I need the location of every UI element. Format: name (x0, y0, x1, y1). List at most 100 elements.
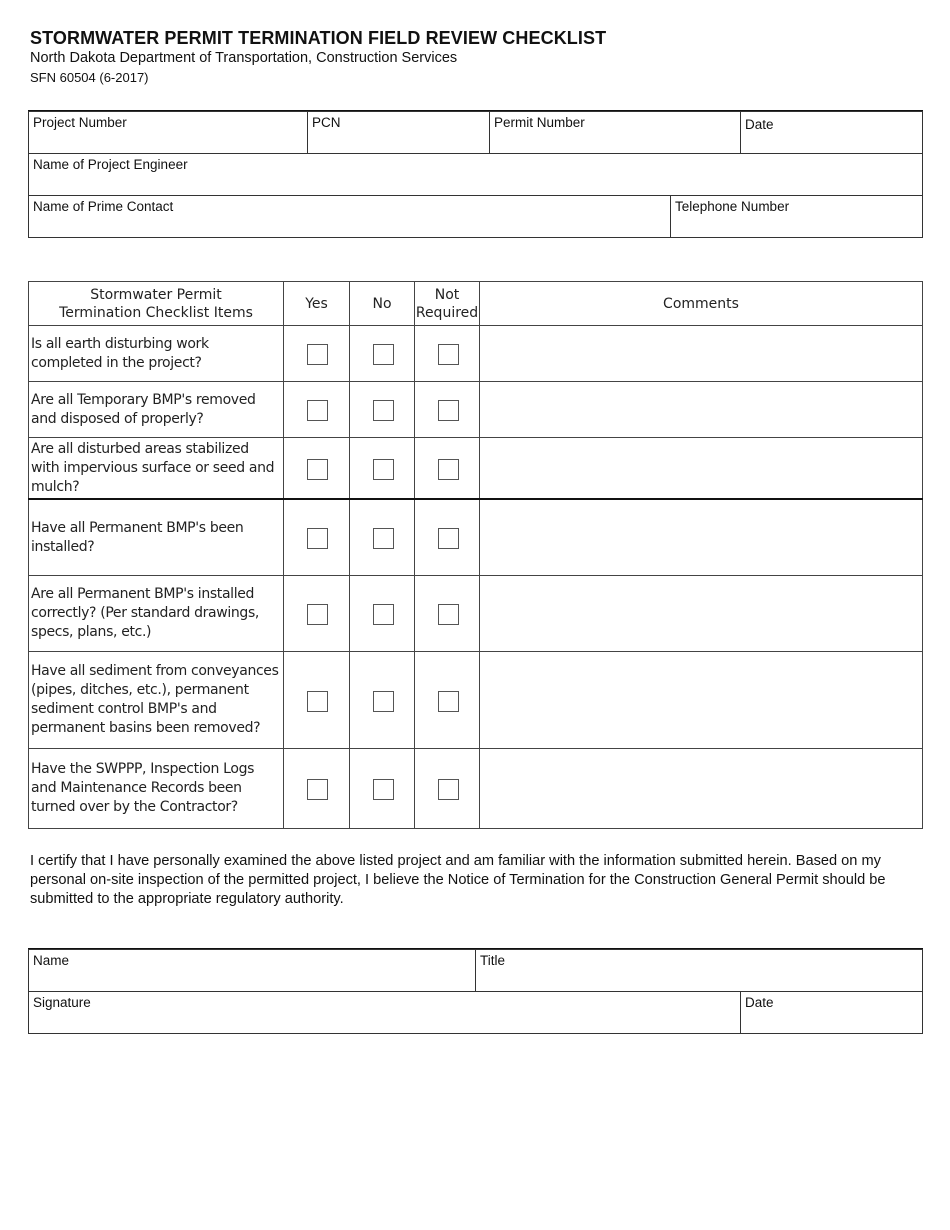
telephone-label: Telephone Number (675, 199, 790, 214)
checklist-cell-yes (283, 575, 350, 652)
checkbox-no[interactable] (373, 691, 394, 712)
checklist-cell-not-required (414, 325, 480, 382)
comments-field[interactable] (479, 381, 923, 438)
signature-label: Signature (33, 995, 91, 1010)
column-header-not-required-line1: Not (434, 286, 460, 303)
checkbox-no[interactable] (373, 528, 394, 549)
checkbox-yes[interactable] (307, 344, 328, 365)
checklist-cell-not-required (414, 381, 480, 438)
checklist-question-text: Are all Permanent BMP's installed correc… (31, 586, 260, 640)
checkbox-yes[interactable] (307, 691, 328, 712)
checklist-cell-not-required (414, 437, 480, 500)
checklist-cell-not-required (414, 499, 480, 576)
checkbox-no[interactable] (373, 344, 394, 365)
checklist-cell-yes (283, 437, 350, 500)
pcn-field[interactable]: PCN (307, 111, 490, 154)
signer-name-field[interactable]: Name (28, 949, 476, 992)
signer-name-label: Name (33, 953, 70, 968)
permit-number-field[interactable]: Permit Number (489, 111, 741, 154)
checklist-cell-no (349, 381, 415, 438)
checklist-cell-not-required (414, 748, 480, 829)
checklist-question-text: Are all Temporary BMP's removed and disp… (31, 391, 256, 427)
date-label: Date (745, 117, 774, 132)
pcn-label: PCN (312, 115, 341, 130)
certification-statement: I certify that I have personally examine… (30, 853, 886, 907)
checklist-question: Are all Permanent BMP's installed correc… (28, 575, 284, 652)
checklist-question-text: Are all disturbed areas stabilized with … (31, 441, 275, 495)
comments-field[interactable] (479, 651, 923, 749)
checkbox-no[interactable] (373, 779, 394, 800)
checklist-cell-no (349, 437, 415, 500)
checklist-question-text: Is all earth disturbing work completed i… (31, 335, 209, 371)
project-engineer-field[interactable]: Name of Project Engineer (28, 153, 923, 196)
comments-field[interactable] (479, 575, 923, 652)
telephone-field[interactable]: Telephone Number (670, 195, 923, 238)
comments-field[interactable] (479, 748, 923, 829)
project-number-label: Project Number (33, 115, 127, 130)
project-number-field[interactable]: Project Number (28, 111, 308, 154)
signer-title-label: Title (480, 953, 506, 968)
permit-number-label: Permit Number (494, 115, 585, 130)
checkbox-not-required[interactable] (438, 344, 459, 365)
checkbox-not-required[interactable] (438, 779, 459, 800)
signature-date-field[interactable]: Date (740, 991, 923, 1034)
checkbox-yes[interactable] (307, 459, 328, 480)
checklist-cell-yes (283, 499, 350, 576)
checklist-question-text: Have all Permanent BMP's been installed? (31, 519, 244, 555)
column-header-yes-label: Yes (305, 295, 328, 312)
signature-date-label: Date (745, 995, 774, 1010)
checklist-question-text: Have all sediment from conveyances (pipe… (31, 663, 279, 736)
checklist-cell-yes (283, 325, 350, 382)
prime-contact-label: Name of Prime Contact (33, 199, 174, 214)
checklist-question: Is all earth disturbing work completed i… (28, 325, 284, 382)
checkbox-yes[interactable] (307, 604, 328, 625)
checkbox-not-required[interactable] (438, 400, 459, 421)
checkbox-yes[interactable] (307, 779, 328, 800)
signer-title-field[interactable]: Title (475, 949, 923, 992)
checkbox-no[interactable] (373, 400, 394, 421)
column-header-items: Stormwater Permit Termination Checklist … (28, 281, 284, 326)
checklist-cell-yes (283, 748, 350, 829)
comments-field[interactable] (479, 437, 923, 500)
checklist-cell-no (349, 575, 415, 652)
checklist-cell-no (349, 325, 415, 382)
checkbox-not-required[interactable] (438, 691, 459, 712)
checkbox-no[interactable] (373, 604, 394, 625)
checklist-cell-yes (283, 651, 350, 749)
comments-field[interactable] (479, 499, 923, 576)
checklist-question: Are all disturbed areas stabilized with … (28, 437, 284, 500)
column-header-comments: Comments (479, 281, 923, 326)
checklist-cell-not-required (414, 651, 480, 749)
column-header-items-line1: Stormwater Permit (90, 286, 222, 303)
checklist-cell-not-required (414, 575, 480, 652)
column-header-comments-label: Comments (663, 295, 739, 312)
checklist-question-text: Have the SWPPP, Inspection Logs and Main… (31, 761, 255, 815)
checklist-question: Have all sediment from conveyances (pipe… (28, 651, 284, 749)
checklist-cell-no (349, 499, 415, 576)
column-header-yes: Yes (283, 281, 350, 326)
checklist-cell-yes (283, 381, 350, 438)
column-header-not-required-line2: Required (415, 304, 479, 321)
checklist-question: Have all Permanent BMP's been installed? (28, 499, 284, 576)
checkbox-no[interactable] (373, 459, 394, 480)
checkbox-not-required[interactable] (438, 528, 459, 549)
form-title: STORMWATER PERMIT TERMINATION FIELD REVI… (30, 28, 607, 48)
checkbox-yes[interactable] (307, 528, 328, 549)
date-field[interactable]: Date (740, 111, 923, 154)
checklist-question: Have the SWPPP, Inspection Logs and Main… (28, 748, 284, 829)
checkbox-not-required[interactable] (438, 604, 459, 625)
checklist-question: Are all Temporary BMP's removed and disp… (28, 381, 284, 438)
form-number: SFN 60504 (6-2017) (30, 70, 149, 85)
form-subtitle: North Dakota Department of Transportatio… (30, 50, 458, 66)
checklist-cell-no (349, 651, 415, 749)
comments-field[interactable] (479, 325, 923, 382)
column-header-no-label: No (372, 295, 392, 312)
checklist-cell-no (349, 748, 415, 829)
checkbox-yes[interactable] (307, 400, 328, 421)
column-header-items-line2: Termination Checklist Items (59, 304, 253, 321)
section-divider (28, 498, 923, 500)
prime-contact-field[interactable]: Name of Prime Contact (28, 195, 671, 238)
checkbox-not-required[interactable] (438, 459, 459, 480)
signature-field[interactable]: Signature (28, 991, 741, 1034)
column-header-no: No (349, 281, 415, 326)
